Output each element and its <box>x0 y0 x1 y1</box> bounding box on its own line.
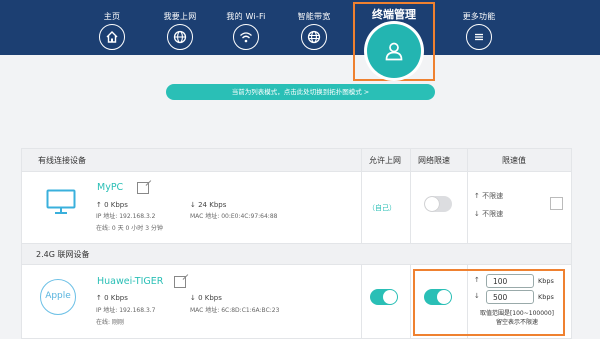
online-time: 在线: 刚刚 <box>96 319 124 326</box>
download-speed: ↓ 24 Kbps <box>190 201 227 209</box>
download-speed: ↓ 0 Kbps <box>190 294 222 302</box>
divider <box>410 265 411 339</box>
device-name: MyPC <box>97 182 124 193</box>
divider <box>361 149 362 243</box>
nav-internet-label: 我要上网 <box>163 12 197 21</box>
nav-smart-bandwidth[interactable]: 智能带宽 <box>279 0 349 55</box>
download-speed-value: 0 Kbps <box>198 294 222 302</box>
edit-name-icon[interactable] <box>174 276 186 288</box>
upload-speed-value: 0 Kbps <box>104 294 128 302</box>
header-limit-value: 限速值 <box>502 156 526 165</box>
download-limit: ↓ 不限速 <box>474 210 504 218</box>
speed-limit-toggle[interactable] <box>424 196 452 212</box>
wifi-icon <box>233 24 259 50</box>
mac-address: MAC 地址: 6C:8D:C1:6A:BC:23 <box>190 307 280 314</box>
limit-range-hint: 取值范围是[100~100000] 留空表示不限速 <box>474 309 560 327</box>
nav-internet[interactable]: 我要上网 <box>145 0 215 55</box>
speed-limit-toggle[interactable] <box>424 289 452 305</box>
menu-icon <box>466 24 492 50</box>
download-unit: Kbps <box>538 293 554 301</box>
device-table: 有线连接设备 允许上网 网络限速 限速值 MyPC ↑ 0 Kbps ↓ 24 … <box>21 148 572 339</box>
nav-more-label: 更多功能 <box>462 12 496 21</box>
nav-home-label: 主页 <box>103 12 121 21</box>
allow-internet-toggle[interactable] <box>370 289 398 305</box>
nav-terminal-label: 终端管理 <box>372 8 416 21</box>
header-wired-devices: 有线连接设备 <box>38 156 86 165</box>
hint-range: 取值范围是[100~100000] <box>479 310 555 317</box>
nav-home[interactable]: 主页 <box>77 0 147 55</box>
online-time: 在线: 0 天 0 小时 3 分钟 <box>96 225 163 232</box>
download-limit-input[interactable] <box>486 290 534 304</box>
divider <box>361 265 362 339</box>
upload-arrow: ↑ <box>474 276 480 284</box>
ip-address: IP 地址: 192.168.3.2 <box>96 213 156 220</box>
self-device-label: （自己） <box>368 204 396 212</box>
upload-speed-value: 0 Kbps <box>104 201 128 209</box>
edit-name-icon[interactable] <box>137 182 149 194</box>
upload-limit: ↑ 不限速 <box>474 192 504 200</box>
home-icon <box>99 24 125 50</box>
topology-mode-switch[interactable]: 当前为列表模式，点击此处切换到拓扑图模式 > <box>166 84 435 100</box>
divider <box>410 149 411 243</box>
upload-speed: ↑ 0 Kbps <box>96 201 128 209</box>
upload-speed: ↑ 0 Kbps <box>96 294 128 302</box>
download-arrow: ↓ <box>474 292 480 300</box>
upload-limit-value: 不限速 <box>482 192 504 200</box>
header-speed-limit: 网络限速 <box>418 156 450 165</box>
nav-wifi-label: 我的 Wi-Fi <box>226 12 266 21</box>
download-limit-value: 不限速 <box>482 210 504 218</box>
user-icon <box>367 24 421 78</box>
apple-device-icon: Apple <box>40 279 76 315</box>
divider <box>467 149 468 243</box>
section-24g-devices: 2.4G 联网设备 <box>22 243 571 265</box>
upload-limit-input[interactable] <box>486 274 534 288</box>
download-speed-value: 24 Kbps <box>198 201 227 209</box>
monitor-icon <box>46 189 76 214</box>
nav-bandwidth-label: 智能带宽 <box>297 12 331 21</box>
edit-limit-icon[interactable] <box>550 197 563 210</box>
nav-wifi[interactable]: 我的 Wi-Fi <box>211 0 281 55</box>
header-allow-internet: 允许上网 <box>369 156 401 165</box>
ip-address: IP 地址: 192.168.3.7 <box>96 307 156 314</box>
mac-address: MAC 地址: 00:E0:4C:97:64:88 <box>190 213 278 220</box>
bandwidth-globe-icon <box>301 24 327 50</box>
upload-unit: Kbps <box>538 277 554 285</box>
hint-empty: 留空表示不限速 <box>495 319 538 326</box>
device-name: Huawei-TIGER <box>97 276 164 287</box>
nav-terminal-management[interactable]: 终端管理 <box>353 0 435 80</box>
table-header: 有线连接设备 允许上网 网络限速 限速值 <box>22 149 571 172</box>
nav-more[interactable]: 更多功能 <box>444 0 514 55</box>
globe-icon <box>167 24 193 50</box>
